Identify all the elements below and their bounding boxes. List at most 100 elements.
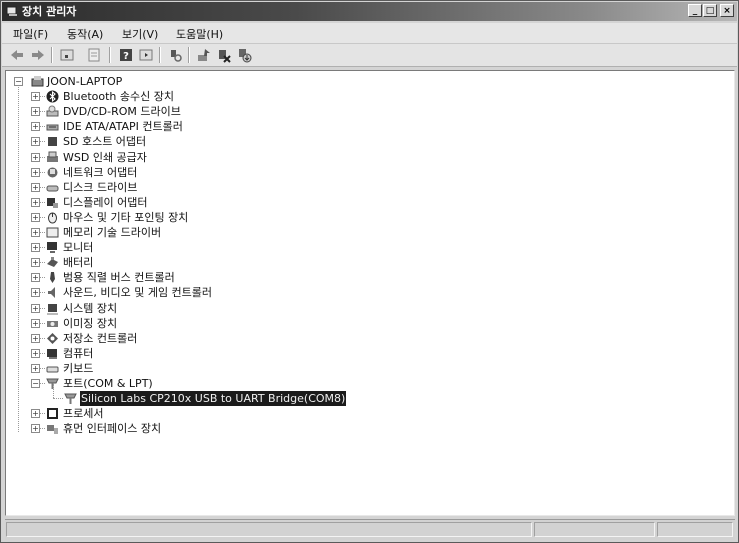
minimize-button[interactable]: _ bbox=[688, 4, 702, 17]
tree-category[interactable]: + 네트워크 어댑터 bbox=[6, 165, 366, 180]
device-manager-app-icon bbox=[6, 6, 17, 16]
system-device-icon bbox=[47, 303, 58, 314]
tree-root-computer[interactable]: − JOON-LAPTOP bbox=[6, 74, 206, 89]
expand-toggle[interactable]: + bbox=[31, 409, 40, 419]
tree-category[interactable]: + 컴퓨터 bbox=[6, 346, 366, 361]
back-arrow-icon[interactable] bbox=[9, 47, 25, 63]
expand-toggle[interactable]: + bbox=[31, 92, 40, 102]
storage-controller-icon bbox=[47, 332, 58, 344]
tree-category[interactable]: + 모니터 bbox=[6, 240, 366, 255]
forward-arrow-icon[interactable] bbox=[30, 47, 46, 63]
sd-host-icon bbox=[48, 137, 57, 147]
device-label: Silicon Labs CP210x USB to UART Bridge(C… bbox=[80, 391, 347, 407]
network-adapter-icon bbox=[47, 167, 58, 178]
status-pane-main bbox=[6, 522, 532, 537]
keyboard-icon bbox=[46, 366, 59, 373]
tree-node-label: 배터리 bbox=[63, 256, 94, 270]
properties-icon[interactable] bbox=[86, 47, 102, 63]
expand-toggle[interactable]: + bbox=[31, 197, 40, 207]
tree-category[interactable]: + 디스크 드라이브 bbox=[6, 180, 366, 195]
tree-category[interactable]: + DVD/CD-ROM 드라이브 bbox=[6, 104, 366, 119]
scan-hardware-icon[interactable] bbox=[167, 47, 183, 63]
window-title: 장치 관리자 bbox=[22, 5, 77, 18]
tree-category[interactable]: + 배터리 bbox=[6, 255, 366, 270]
tree-category[interactable]: + Bluetooth 송수신 장치 bbox=[6, 89, 366, 104]
expand-toggle[interactable]: + bbox=[31, 348, 40, 358]
tree-node-label: Bluetooth 송수신 장치 bbox=[63, 90, 174, 104]
menu-action[interactable]: 동작(A) bbox=[67, 26, 103, 42]
expand-toggle[interactable]: + bbox=[31, 167, 40, 177]
collapse-toggle[interactable]: − bbox=[14, 77, 23, 86]
help-icon[interactable]: ? bbox=[118, 47, 134, 63]
show-hide-console-tree-icon[interactable] bbox=[59, 47, 75, 63]
tree-category[interactable]: + 프로세서 bbox=[6, 406, 366, 421]
tree-node-label: DVD/CD-ROM 드라이브 bbox=[63, 105, 181, 119]
tree-category[interactable]: + 범용 직렬 버스 컨트롤러 bbox=[6, 270, 366, 285]
expand-toggle[interactable]: + bbox=[31, 107, 40, 117]
tree-node-label: IDE ATA/ATAPI 컨트롤러 bbox=[63, 120, 183, 134]
expand-toggle[interactable]: + bbox=[31, 333, 40, 343]
processor-icon bbox=[47, 408, 58, 420]
tree-node-label: 디스크 드라이브 bbox=[63, 180, 138, 194]
menu-file[interactable]: 파일(F) bbox=[13, 26, 48, 42]
device-tree-pane[interactable]: − JOON-LAPTOP + Bluetooth 송수신 장치 + DVD/CD-ROM… bbox=[5, 70, 735, 516]
maximize-button[interactable]: □ bbox=[703, 4, 717, 17]
tree-node-label: JOON-LAPTOP bbox=[47, 75, 123, 88]
expand-toggle[interactable]: + bbox=[31, 273, 40, 283]
menu-help[interactable]: 도움말(H) bbox=[176, 26, 223, 42]
close-button[interactable]: × bbox=[720, 4, 734, 17]
uninstall-device-icon[interactable] bbox=[236, 47, 252, 63]
tree-node-label: 휴먼 인터페이스 장치 bbox=[63, 422, 162, 436]
tree-node-label: 범용 직렬 버스 컨트롤러 bbox=[63, 271, 175, 285]
expand-toggle[interactable]: + bbox=[31, 137, 40, 147]
action-pane-icon[interactable] bbox=[138, 47, 154, 63]
speaker-icon bbox=[48, 287, 55, 299]
tree-category[interactable]: + WSD 인쇄 공급자 bbox=[6, 150, 366, 165]
tree-category[interactable]: + 시스템 장치 bbox=[6, 301, 366, 316]
expand-toggle[interactable]: + bbox=[31, 303, 40, 313]
collapse-toggle[interactable]: − bbox=[31, 379, 40, 388]
disk-drive-icon bbox=[46, 185, 59, 192]
tree-node-label: 네트워크 어댑터 bbox=[63, 165, 138, 179]
printer-icon bbox=[47, 151, 58, 162]
tree-node-label: 모니터 bbox=[63, 241, 94, 255]
expand-toggle[interactable]: + bbox=[31, 288, 40, 298]
expand-toggle[interactable]: + bbox=[31, 258, 40, 268]
expand-toggle[interactable]: + bbox=[31, 363, 40, 373]
tree-category[interactable]: + SD 호스트 어댑터 bbox=[6, 134, 366, 149]
expand-toggle[interactable]: + bbox=[31, 243, 40, 253]
title-bar[interactable]: 장치 관리자 _ □ × bbox=[2, 2, 737, 21]
tree-category[interactable]: + 이미징 장치 bbox=[6, 316, 366, 331]
monitor-icon bbox=[47, 242, 57, 254]
expand-toggle[interactable]: + bbox=[31, 152, 40, 162]
tree-category[interactable]: + 메모리 기술 드라이버 bbox=[6, 225, 366, 240]
update-driver-icon[interactable] bbox=[196, 47, 212, 63]
tree-node-label: 사운드, 비디오 및 게임 컨트롤러 bbox=[63, 286, 213, 300]
tree-node-label: 프로세서 bbox=[63, 407, 104, 421]
tree-device[interactable]: Silicon Labs CP210x USB to UART Bridge(C… bbox=[6, 384, 406, 407]
tree-category[interactable]: + IDE ATA/ATAPI 컨트롤러 bbox=[6, 119, 366, 134]
expand-toggle[interactable]: + bbox=[31, 212, 40, 222]
tree-category[interactable]: + 디스플레이 어댑터 bbox=[6, 195, 366, 210]
hid-icon bbox=[47, 425, 58, 435]
computer-icon bbox=[31, 76, 44, 87]
toolbar-separator bbox=[51, 47, 53, 63]
expand-toggle[interactable]: + bbox=[31, 318, 40, 328]
svg-text:?: ? bbox=[123, 51, 129, 62]
disable-device-icon[interactable] bbox=[216, 47, 232, 63]
expand-toggle[interactable]: + bbox=[31, 122, 40, 132]
tree-category[interactable]: + 저장소 컨트롤러 bbox=[6, 331, 366, 346]
status-pane-3 bbox=[657, 522, 733, 537]
device-manager-window: 장치 관리자 _ □ × 파일(F) 동작(A) 보기(V) 도움말(H) ? … bbox=[0, 0, 739, 543]
expand-toggle[interactable]: + bbox=[31, 424, 40, 434]
tree-category[interactable]: + 키보드 bbox=[6, 361, 366, 376]
tree-category[interactable]: + 사운드, 비디오 및 게임 컨트롤러 bbox=[6, 285, 366, 300]
camera-icon bbox=[47, 320, 58, 327]
tree-category[interactable]: − 포트(COM & LPT) bbox=[6, 376, 366, 391]
menu-view[interactable]: 보기(V) bbox=[122, 26, 158, 42]
tree-category[interactable]: + 휴먼 인터페이스 장치 bbox=[6, 421, 366, 436]
tree-category[interactable]: + 마우스 및 기타 포인팅 장치 bbox=[6, 210, 366, 225]
status-bar bbox=[5, 519, 735, 540]
expand-toggle[interactable]: + bbox=[31, 182, 40, 192]
expand-toggle[interactable]: + bbox=[31, 228, 40, 237]
